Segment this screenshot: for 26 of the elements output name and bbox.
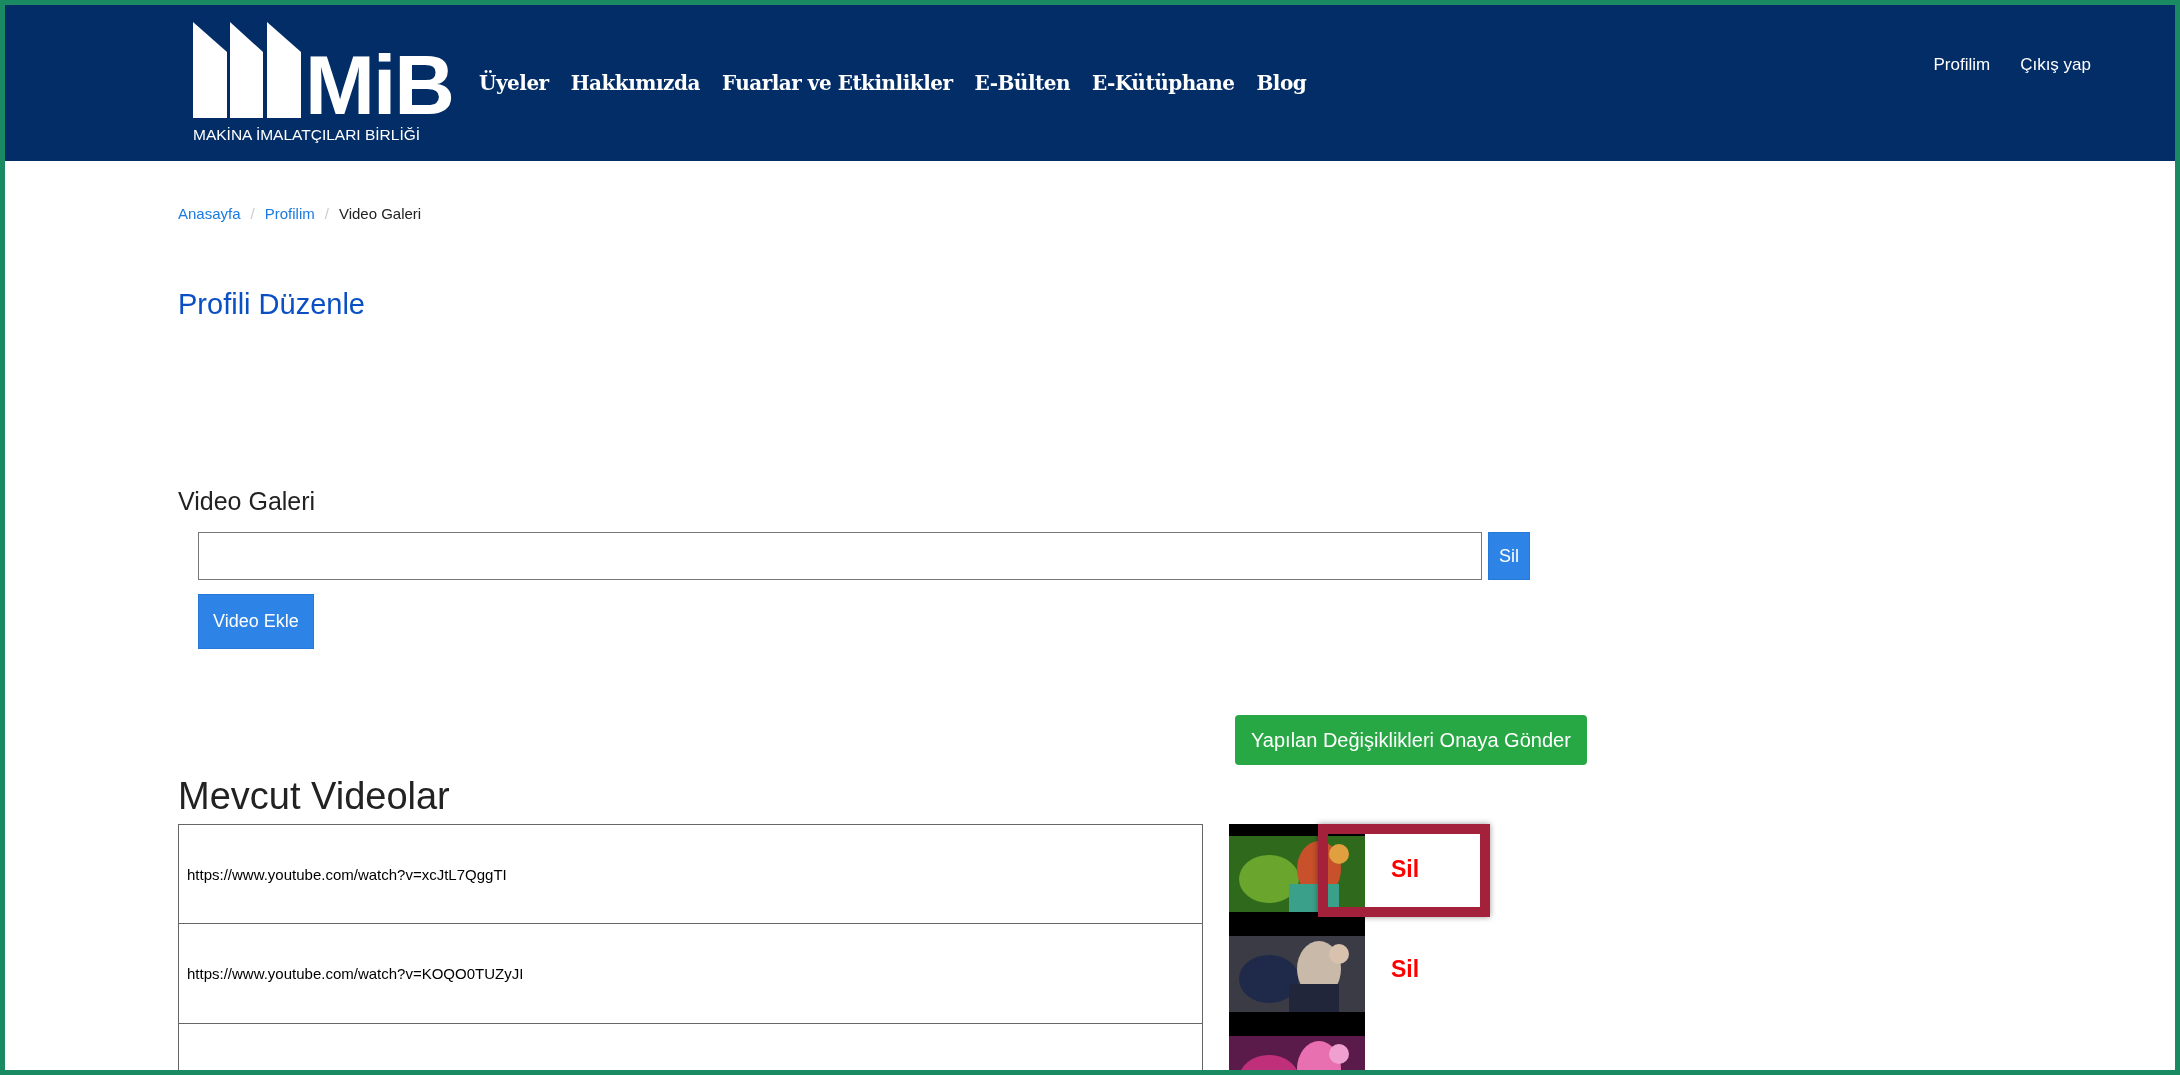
nav-link[interactable]: E-Bülten xyxy=(974,71,1070,95)
video-url: https://www.youtube.com/watch?v=KOQO0TUZyJI xyxy=(187,965,524,982)
page-title: Profili Düzenle xyxy=(178,288,366,321)
nav-link[interactable]: E-Kütüphane xyxy=(1092,71,1235,95)
add-video-button[interactable]: Video Ekle xyxy=(198,594,314,649)
breadcrumb-separator: / xyxy=(324,205,329,222)
section-heading: Mevcut Videolar xyxy=(178,775,451,818)
section-heading: Video Galeri xyxy=(178,487,317,516)
remove-button[interactable]: Sil xyxy=(1488,532,1530,580)
video-url: https://www.youtube.com/watch?v=xcJtL7QggTI xyxy=(187,865,507,883)
user-link[interactable]: Çıkış yap xyxy=(2020,55,2091,75)
nav-link[interactable]: Blog xyxy=(1256,71,1307,95)
nav-link[interactable]: Üyeler xyxy=(479,71,549,95)
logo-icon xyxy=(193,22,301,118)
logo-text: MiB xyxy=(305,52,453,118)
video-url-field[interactable] xyxy=(198,532,1482,580)
nav-link[interactable]: Hakkımızda xyxy=(570,71,700,95)
delete-link[interactable]: Sil xyxy=(1391,956,1420,1024)
breadcrumb-link[interactable]: Anasayfa xyxy=(178,205,241,222)
nav-link[interactable]: Fuarlar ve Etkinlikler xyxy=(721,71,953,95)
breadcrumb-current: Video Galeri xyxy=(338,205,422,222)
user-link[interactable]: Profilim xyxy=(1933,55,1991,75)
breadcrumb-separator: / xyxy=(250,205,255,222)
logo-subtitle: MAKİNA İMALATÇILARI BİRLİĞİ xyxy=(193,126,422,144)
breadcrumb-link[interactable]: Profilim xyxy=(264,205,315,222)
delete-link[interactable]: Sil xyxy=(1391,856,1420,924)
